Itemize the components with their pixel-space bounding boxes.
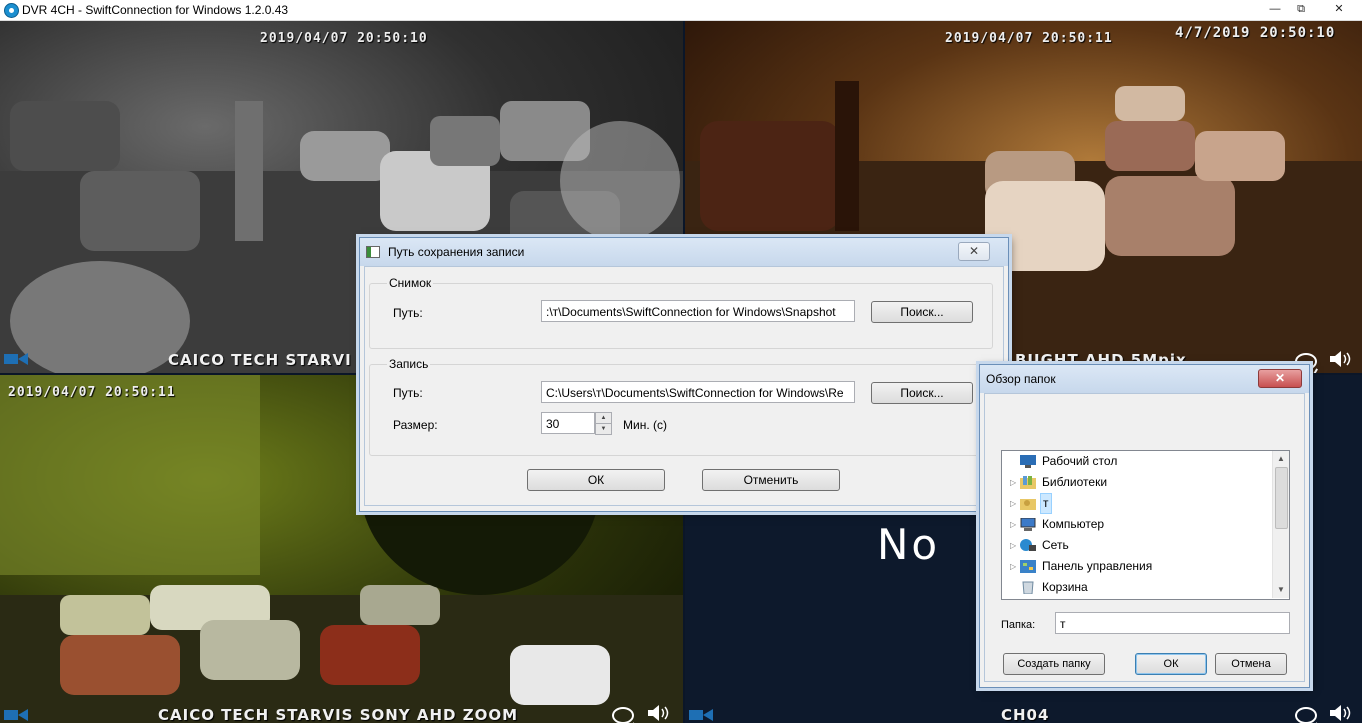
new-folder-button[interactable]: Создать папку — [1003, 653, 1105, 675]
snapshot-group-label: Снимок — [387, 276, 434, 290]
folder-label: Папка: — [1001, 619, 1036, 631]
title-bar: DVR 4CH - SwiftConnection for Windows 1.… — [0, 0, 1362, 21]
no-signal-text: No — [877, 520, 941, 569]
minimize-button[interactable]: — — [1264, 2, 1286, 17]
camera-3-timestamp: 2019/04/07 20:50:11 — [8, 385, 176, 400]
desktop-icon — [1020, 455, 1036, 468]
chat-icon[interactable] — [612, 707, 634, 723]
record-icon[interactable] — [689, 709, 713, 721]
save-dialog-body: Снимок Путь: :\т\Documents\SwiftConnecti… — [364, 266, 1004, 506]
record-browse-button[interactable]: Поиск... — [871, 382, 973, 404]
computer-icon — [1020, 518, 1036, 531]
record-path-field[interactable]: C:\Users\т\Documents\SwiftConnection for… — [541, 381, 855, 403]
save-dialog-titlebar[interactable]: Путь сохранения записи ✕ — [360, 238, 1008, 266]
snapshot-path-field[interactable]: :\т\Documents\SwiftConnection for Window… — [541, 300, 855, 322]
recycle-bin-icon — [1022, 581, 1034, 594]
window-title: DVR 4CH - SwiftConnection for Windows 1.… — [22, 3, 289, 17]
speaker-icon[interactable] — [648, 705, 674, 721]
save-dialog-ok-button[interactable]: ОК — [527, 469, 665, 491]
record-icon[interactable] — [4, 353, 28, 365]
expand-arrow-icon[interactable]: ▷ — [1010, 472, 1016, 493]
scroll-down-icon[interactable]: ▼ — [1273, 582, 1289, 598]
expand-arrow-icon[interactable]: ▷ — [1010, 556, 1016, 577]
camera-3-caption: CAICO TECH STARVIS SONY AHD ZOOM — [158, 706, 519, 723]
record-group — [369, 364, 993, 456]
size-label: Размер: — [393, 418, 438, 432]
expand-arrow-icon[interactable]: ▷ — [1010, 493, 1016, 514]
save-path-dialog: Путь сохранения записи ✕ Снимок Путь: :\… — [359, 237, 1009, 512]
browse-cancel-button[interactable]: Отмена — [1215, 653, 1287, 675]
close-window-button[interactable]: ✕ — [1322, 2, 1356, 17]
tree-item-user[interactable]: ▷ т — [1002, 493, 1272, 514]
record-path-label: Путь: — [393, 386, 423, 400]
snapshot-browse-button[interactable]: Поиск... — [871, 301, 973, 323]
camera-4-caption: CH04 — [1001, 706, 1050, 723]
browse-dialog-titlebar[interactable]: Обзор папок ✕ — [980, 365, 1309, 393]
tree-item-control-panel[interactable]: ▷ Панель управления — [1002, 556, 1272, 577]
tree-item-libraries[interactable]: ▷ Библиотеки — [1002, 472, 1272, 493]
stepper-down-icon[interactable]: ▼ — [595, 423, 612, 435]
size-stepper[interactable]: ▲ ▼ — [595, 412, 612, 435]
speaker-icon[interactable] — [1330, 705, 1356, 721]
tree-item-desktop[interactable]: Рабочий стол — [1002, 451, 1272, 472]
browse-dialog-title: Обзор папок — [986, 372, 1056, 386]
app-icon — [4, 3, 19, 18]
camera-1-timestamp: 2019/04/07 20:50:10 — [260, 31, 428, 46]
save-dialog-title: Путь сохранения записи — [388, 245, 525, 259]
record-icon[interactable] — [4, 709, 28, 721]
record-group-label: Запись — [387, 357, 431, 371]
camera-2-timestamp-alt: 4/7/2019 20:50:10 — [1175, 25, 1336, 41]
user-folder-icon — [1020, 499, 1036, 510]
save-dialog-close-button[interactable]: ✕ — [958, 242, 990, 261]
chat-icon[interactable] — [1295, 707, 1317, 723]
speaker-icon[interactable] — [1330, 351, 1356, 367]
scroll-up-icon[interactable]: ▲ — [1273, 451, 1289, 467]
scroll-thumb[interactable] — [1275, 467, 1288, 529]
tree-scrollbar[interactable]: ▲ ▼ — [1272, 451, 1289, 598]
expand-arrow-icon[interactable]: ▷ — [1010, 535, 1016, 556]
browse-folder-dialog: Обзор папок ✕ Рабочий стол ▷ Библиотеки … — [979, 364, 1310, 688]
folder-name-input[interactable]: т — [1055, 612, 1290, 634]
camera-1-caption: CAICO TECH STARVI — [168, 351, 352, 369]
window-icon — [366, 246, 380, 258]
restore-button[interactable]: ⧉ — [1290, 2, 1312, 17]
save-dialog-cancel-button[interactable]: Отменить — [702, 469, 840, 491]
tree-item-computer[interactable]: ▷ Компьютер — [1002, 514, 1272, 535]
expand-arrow-icon[interactable]: ▷ — [1010, 514, 1016, 535]
browse-ok-button[interactable]: ОК — [1135, 653, 1207, 675]
network-icon — [1020, 539, 1036, 551]
folder-tree[interactable]: Рабочий стол ▷ Библиотеки ▷ т ▷ Компьюте… — [1001, 450, 1290, 600]
camera-2-timestamp: 2019/04/07 20:50:11 — [945, 31, 1113, 46]
size-unit-label: Мин. (с) — [623, 418, 667, 432]
browse-dialog-body: Рабочий стол ▷ Библиотеки ▷ т ▷ Компьюте… — [984, 393, 1305, 682]
tree-item-recycle-bin[interactable]: Корзина — [1002, 577, 1272, 598]
snapshot-path-label: Путь: — [393, 306, 423, 320]
browse-dialog-close-button[interactable]: ✕ — [1258, 369, 1302, 388]
libraries-icon — [1020, 476, 1036, 489]
control-panel-icon — [1020, 560, 1036, 573]
tree-item-network[interactable]: ▷ Сеть — [1002, 535, 1272, 556]
size-input[interactable]: 30 — [541, 412, 595, 434]
